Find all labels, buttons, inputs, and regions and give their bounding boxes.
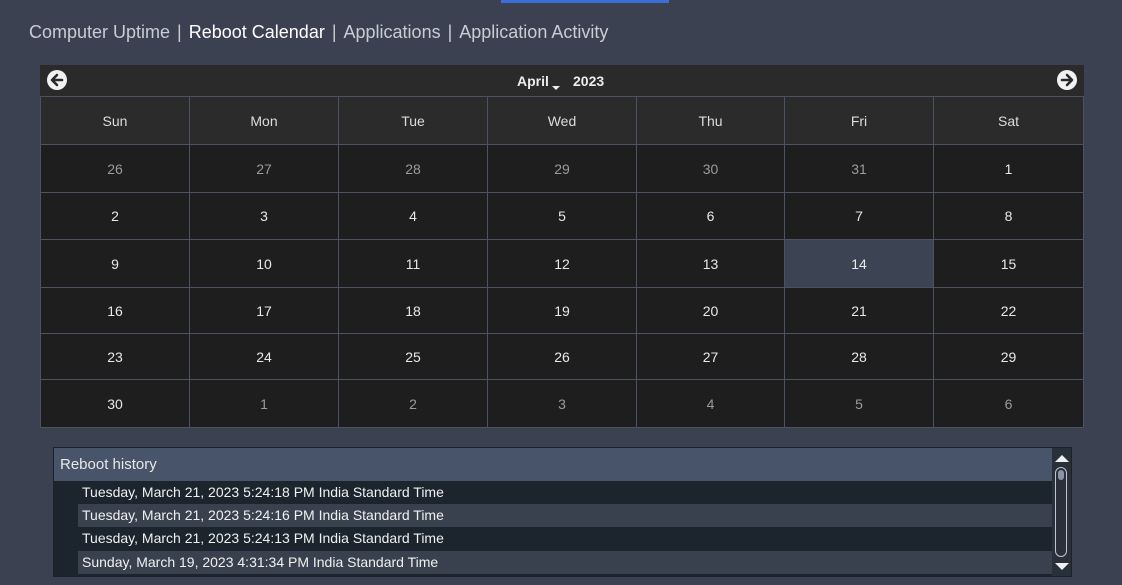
scroll-up-icon[interactable] <box>1055 455 1069 462</box>
arrow-left-circle-icon[interactable] <box>47 70 67 90</box>
nav-computer-uptime[interactable]: Computer Uptime <box>29 22 170 43</box>
calendar-day-cell[interactable]: 7 <box>784 192 934 240</box>
calendar-day-cell[interactable]: 28 <box>784 333 934 380</box>
weekday-header-thu: Thu <box>636 96 785 145</box>
reboot-history-title: Reboot history <box>54 448 1052 481</box>
calendar-day-cell[interactable]: 10 <box>189 239 339 288</box>
calendar-day-cell[interactable]: 31 <box>784 144 934 193</box>
calendar-day-cell[interactable]: 21 <box>784 287 934 334</box>
nav-applications[interactable]: Applications <box>344 22 441 43</box>
calendar-day-cell[interactable]: 18 <box>338 287 488 334</box>
calendar-day-cell[interactable]: 11 <box>338 239 488 288</box>
scroll-track[interactable] <box>1055 467 1067 557</box>
weekday-header-sat: Sat <box>933 96 1084 145</box>
calendar-grid: Sun Mon Tue Wed Thu Fri Sat 26 27 28 29 30 31 1 2 3 4 5 6 7… <box>40 96 1084 428</box>
calendar-day-cell[interactable]: 27 <box>636 333 785 380</box>
calendar-day-cell[interactable]: 25 <box>338 333 488 380</box>
list-item[interactable]: Sunday, March 19, 2023 4:31:34 PM India … <box>78 551 1052 574</box>
year-label[interactable]: 2023 <box>573 73 604 89</box>
reboot-history-panel: Reboot history Tuesday, March 21, 2023 5… <box>53 447 1072 577</box>
weekday-header-tue: Tue <box>338 96 488 145</box>
weekday-header-mon: Mon <box>189 96 339 145</box>
calendar-day-cell[interactable]: 1 <box>189 379 339 428</box>
arrow-right-circle-icon[interactable] <box>1057 70 1077 90</box>
nav-separator: | <box>447 22 453 42</box>
nav-separator: | <box>331 22 337 42</box>
month-selector[interactable]: April <box>517 73 549 89</box>
calendar-day-cell[interactable]: 2 <box>338 379 488 428</box>
weekday-header-sun: Sun <box>40 96 190 145</box>
calendar-day-cell[interactable]: 28 <box>338 144 488 193</box>
calendar-day-cell[interactable]: 30 <box>40 379 190 428</box>
nav-separator: | <box>177 22 182 42</box>
calendar-day-cell[interactable]: 30 <box>636 144 785 193</box>
calendar-day-cell[interactable]: 20 <box>636 287 785 334</box>
calendar-day-cell[interactable]: 24 <box>189 333 339 380</box>
nav-application-activity[interactable]: Application Activity <box>459 22 608 43</box>
calendar-day-cell[interactable]: 19 <box>487 287 637 334</box>
calendar-day-cell[interactable]: 4 <box>636 379 785 428</box>
weekday-header-fri: Fri <box>784 96 934 145</box>
calendar-day-cell[interactable]: 8 <box>933 192 1084 240</box>
calendar-day-cell[interactable]: 14 <box>784 239 934 288</box>
scroll-thumb[interactable] <box>1058 470 1064 480</box>
list-item[interactable]: Tuesday, March 21, 2023 5:24:13 PM India… <box>78 527 1052 550</box>
calendar-day-cell[interactable]: 5 <box>487 192 637 240</box>
calendar-day-cell[interactable]: 26 <box>40 144 190 193</box>
calendar-day-cell[interactable]: 26 <box>487 333 637 380</box>
calendar-day-cell[interactable]: 9 <box>40 239 190 288</box>
calendar-day-cell[interactable]: 29 <box>933 333 1084 380</box>
top-accent-bar <box>501 0 669 3</box>
list-item[interactable]: Tuesday, March 21, 2023 5:24:18 PM India… <box>78 481 1052 504</box>
calendar-header: April 2023 <box>40 65 1084 96</box>
calendar-day-cell[interactable]: 12 <box>487 239 637 288</box>
chevron-down-icon[interactable] <box>552 86 560 90</box>
calendar-day-cell[interactable]: 5 <box>784 379 934 428</box>
vertical-scrollbar[interactable] <box>1052 448 1071 576</box>
calendar-day-cell[interactable]: 6 <box>636 192 785 240</box>
calendar-day-cell[interactable]: 6 <box>933 379 1084 428</box>
calendar-day-cell[interactable]: 3 <box>189 192 339 240</box>
calendar-day-cell[interactable]: 4 <box>338 192 488 240</box>
calendar-day-cell[interactable]: 22 <box>933 287 1084 334</box>
calendar-day-cell[interactable]: 15 <box>933 239 1084 288</box>
calendar-day-cell[interactable]: 13 <box>636 239 785 288</box>
calendar-day-cell[interactable]: 17 <box>189 287 339 334</box>
calendar-day-cell[interactable]: 16 <box>40 287 190 334</box>
reboot-calendar: April 2023 Sun Mon Tue Wed Thu Fri Sat 26 27 28 29… <box>40 65 1084 428</box>
top-nav: Computer Uptime | Reboot Calendar | Applicat… <box>29 22 608 46</box>
calendar-day-cell[interactable]: 29 <box>487 144 637 193</box>
scroll-down-icon[interactable] <box>1055 563 1069 570</box>
calendar-day-cell[interactable]: 23 <box>40 333 190 380</box>
calendar-day-cell[interactable]: 27 <box>189 144 339 193</box>
calendar-day-cell[interactable]: 1 <box>933 144 1084 193</box>
weekday-header-wed: Wed <box>487 96 637 145</box>
calendar-day-cell[interactable]: 2 <box>40 192 190 240</box>
list-item[interactable]: Tuesday, March 21, 2023 5:24:16 PM India… <box>78 504 1052 527</box>
calendar-day-cell[interactable]: 3 <box>487 379 637 428</box>
nav-reboot-calendar[interactable]: Reboot Calendar <box>189 22 325 43</box>
